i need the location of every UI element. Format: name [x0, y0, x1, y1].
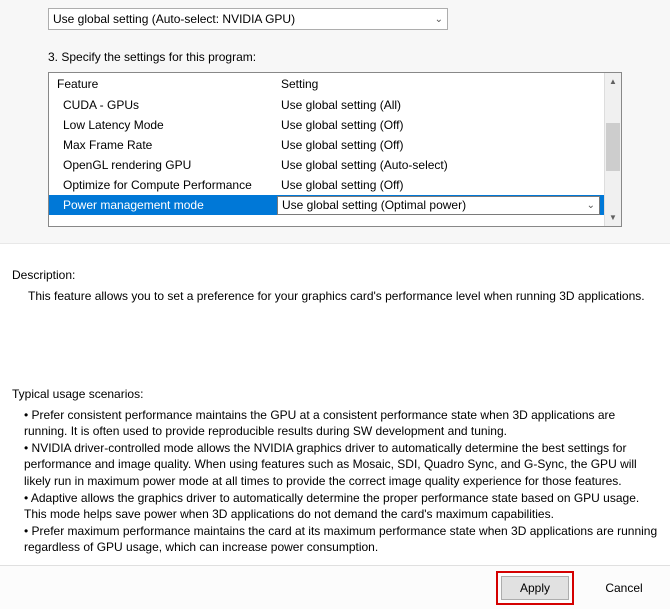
cancel-button[interactable]: Cancel	[590, 576, 658, 600]
feature-cell: Low Latency Mode	[49, 118, 277, 132]
scroll-thumb[interactable]	[606, 123, 620, 171]
feature-cell: Optimize for Compute Performance	[49, 178, 277, 192]
description-label: Description:	[12, 268, 658, 282]
scroll-down-icon[interactable]: ▼	[605, 209, 621, 226]
table-row[interactable]: Low Latency Mode Use global setting (Off…	[49, 115, 604, 135]
table-row[interactable]: Optimize for Compute Performance Use glo…	[49, 175, 604, 195]
step-3-label: 3. Specify the settings for this program…	[48, 50, 622, 64]
feature-cell: Power management mode	[49, 198, 277, 212]
footer: Apply Cancel	[0, 565, 670, 609]
feature-cell: OpenGL rendering GPU	[49, 158, 277, 172]
chevron-down-icon: ⌄	[587, 200, 595, 211]
table-headers: Feature Setting	[49, 73, 604, 95]
table-row[interactable]: Max Frame Rate Use global setting (Off)	[49, 135, 604, 155]
scrollbar[interactable]: ▲ ▼	[604, 73, 621, 226]
setting-cell: Use global setting (Off)	[277, 118, 604, 132]
table-row[interactable]: CUDA - GPUs Use global setting (All)	[49, 95, 604, 115]
feature-cell: CUDA - GPUs	[49, 98, 277, 112]
program-gpu-select[interactable]: Use global setting (Auto-select: NVIDIA …	[48, 8, 448, 30]
settings-table: Feature Setting CUDA - GPUs Use global s…	[48, 72, 622, 227]
apply-highlight: Apply	[496, 571, 574, 605]
table-row-selected[interactable]: Power management mode Use global setting…	[49, 195, 604, 215]
scroll-up-icon[interactable]: ▲	[605, 73, 621, 90]
scenarios-list: • Prefer consistent performance maintain…	[12, 407, 658, 556]
header-feature: Feature	[49, 77, 277, 91]
setting-cell: Use global setting (Auto-select)	[277, 158, 604, 172]
settings-panel: Use global setting (Auto-select: NVIDIA …	[0, 0, 670, 244]
dropdown-value: Use global setting (Auto-select: NVIDIA …	[53, 12, 295, 26]
chevron-down-icon: ⌄	[435, 14, 443, 25]
bullet-item: • Prefer maximum performance maintains t…	[24, 523, 658, 555]
setting-dropdown[interactable]: Use global setting (Optimal power) ⌄	[277, 196, 600, 215]
setting-cell: Use global setting (Off)	[277, 138, 604, 152]
bullet-item: • Prefer consistent performance maintain…	[24, 407, 658, 439]
bullet-item: • NVIDIA driver-controlled mode allows t…	[24, 440, 658, 489]
table-body: Feature Setting CUDA - GPUs Use global s…	[49, 73, 604, 226]
header-setting: Setting	[277, 77, 604, 91]
apply-button[interactable]: Apply	[501, 576, 569, 600]
bullet-item: • Adaptive allows the graphics driver to…	[24, 490, 658, 522]
scenarios-label: Typical usage scenarios:	[12, 387, 658, 401]
feature-cell: Max Frame Rate	[49, 138, 277, 152]
setting-dropdown-value: Use global setting (Optimal power)	[282, 198, 466, 212]
table-row[interactable]: OpenGL rendering GPU Use global setting …	[49, 155, 604, 175]
setting-cell: Use global setting (All)	[277, 98, 604, 112]
setting-dropdown-wrap: Use global setting (Optimal power) ⌄	[277, 196, 604, 215]
setting-cell: Use global setting (Off)	[277, 178, 604, 192]
info-section: Description: This feature allows you to …	[0, 244, 670, 555]
description-text: This feature allows you to set a prefere…	[12, 288, 658, 305]
